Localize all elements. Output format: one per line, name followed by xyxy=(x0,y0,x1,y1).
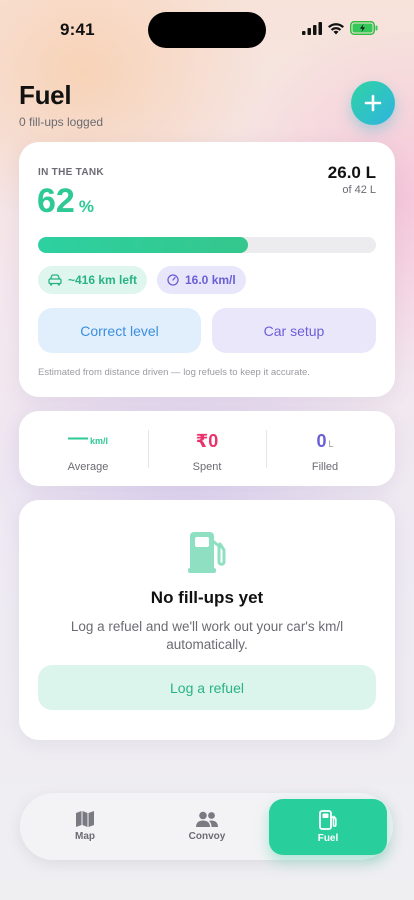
range-chip: ~416 km left xyxy=(38,266,148,294)
stats-card: — km/l Average ₹0 Spent 0 L Filled xyxy=(19,411,395,486)
tank-level-fill xyxy=(38,237,248,253)
page-title: Fuel xyxy=(19,80,72,110)
dynamic-island xyxy=(148,12,266,48)
stat-filled-value-row: 0 L xyxy=(316,431,333,451)
tab-map-label: Map xyxy=(75,831,95,842)
stat-average-label: Average xyxy=(67,461,109,473)
tank-percent-unit: % xyxy=(78,197,94,216)
tank-percent-value: 62 xyxy=(37,182,75,220)
stat-spent-label: Spent xyxy=(192,461,222,473)
tank-note: Estimated from distance driven — log ref… xyxy=(38,367,310,378)
empty-state-card: No fill-ups yet Log a refuel and we'll w… xyxy=(19,500,395,740)
people-icon xyxy=(196,811,218,827)
stat-average-value-row: — km/l xyxy=(67,427,108,451)
fillups-count: 0 fill-ups logged xyxy=(19,115,104,129)
fuel-pump-icon xyxy=(188,532,226,573)
status-time: 9:41 xyxy=(60,20,95,39)
stat-filled-label: Filled xyxy=(311,461,339,473)
add-fillup-button[interactable] xyxy=(351,81,395,125)
efficiency-chip: 16.0 km/l xyxy=(157,266,246,294)
empty-state-title: No fill-ups yet xyxy=(150,588,264,607)
tab-fuel-label: Fuel xyxy=(317,833,339,844)
tab-bar: Map Convoy Fuel xyxy=(20,793,393,860)
stat-filled-value: 0 xyxy=(316,431,327,451)
correct-level-button[interactable]: Correct level xyxy=(38,308,201,353)
stat-average-value: — xyxy=(67,427,88,449)
tank-capacity: of 42 L xyxy=(342,184,376,196)
stat-filled-unit: L xyxy=(328,439,334,449)
gauge-icon xyxy=(167,274,179,286)
tank-level-bar xyxy=(38,237,376,253)
status-icons xyxy=(302,21,378,35)
tank-liters: 26.0 L xyxy=(327,163,376,182)
tab-map[interactable]: Map xyxy=(35,801,135,851)
fuel-pump-icon xyxy=(319,810,337,830)
car-icon xyxy=(48,274,62,286)
tab-convoy[interactable]: Convoy xyxy=(157,801,257,851)
car-setup-button[interactable]: Car setup xyxy=(212,308,376,353)
stat-spent-value: ₹0 xyxy=(195,431,219,451)
tank-percent: 62 % xyxy=(37,182,94,221)
signal-icon xyxy=(302,21,322,35)
stat-average: — km/l Average xyxy=(29,411,147,486)
stat-average-unit: km/l xyxy=(89,436,108,446)
stat-filled: 0 L Filled xyxy=(266,411,384,486)
tank-card: IN THE TANK 62 % 26.0 L of 42 L ~416 km … xyxy=(19,142,395,397)
plus-icon xyxy=(364,94,382,112)
stat-spent-value-row: ₹0 xyxy=(196,431,219,451)
efficiency-text: 16.0 km/l xyxy=(185,273,236,287)
battery-icon xyxy=(350,21,378,35)
tab-fuel[interactable]: Fuel xyxy=(269,799,387,855)
wifi-icon xyxy=(328,22,344,34)
stat-spent: ₹0 Spent xyxy=(148,411,266,486)
tab-convoy-label: Convoy xyxy=(188,830,226,842)
empty-state-description: Log a refuel and we'll work out your car… xyxy=(70,619,344,652)
map-icon xyxy=(76,811,94,827)
range-text: ~416 km left xyxy=(68,273,138,287)
tank-label: IN THE TANK xyxy=(38,167,104,178)
log-refuel-button[interactable]: Log a refuel xyxy=(38,665,376,710)
